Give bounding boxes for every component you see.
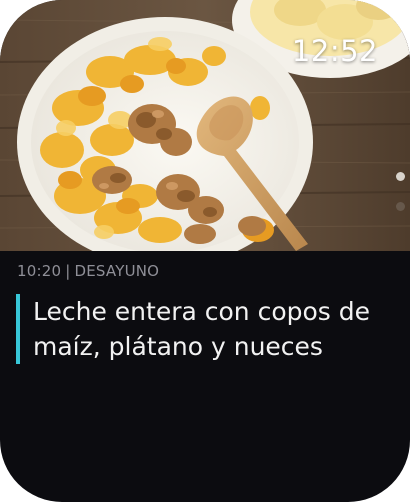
page-dot-active [396,172,405,181]
meal-category: DESAYUNO [74,262,160,280]
meal-title: Leche entera con copos de maíz, plátano … [33,297,370,361]
meal-time: 10:20 [17,262,62,280]
page-dot [396,202,405,211]
meta-separator: | [65,262,71,280]
page-indicator[interactable] [396,172,406,232]
status-time: 12:52 [291,34,378,68]
meal-title-block[interactable]: Leche entera con copos de maíz, plátano … [16,294,393,364]
meal-meta: 10:20 | DESAYUNO [17,262,159,280]
watch-screen: 12:52 10:20 | DESAYUNO Leche entera con co… [0,0,410,502]
